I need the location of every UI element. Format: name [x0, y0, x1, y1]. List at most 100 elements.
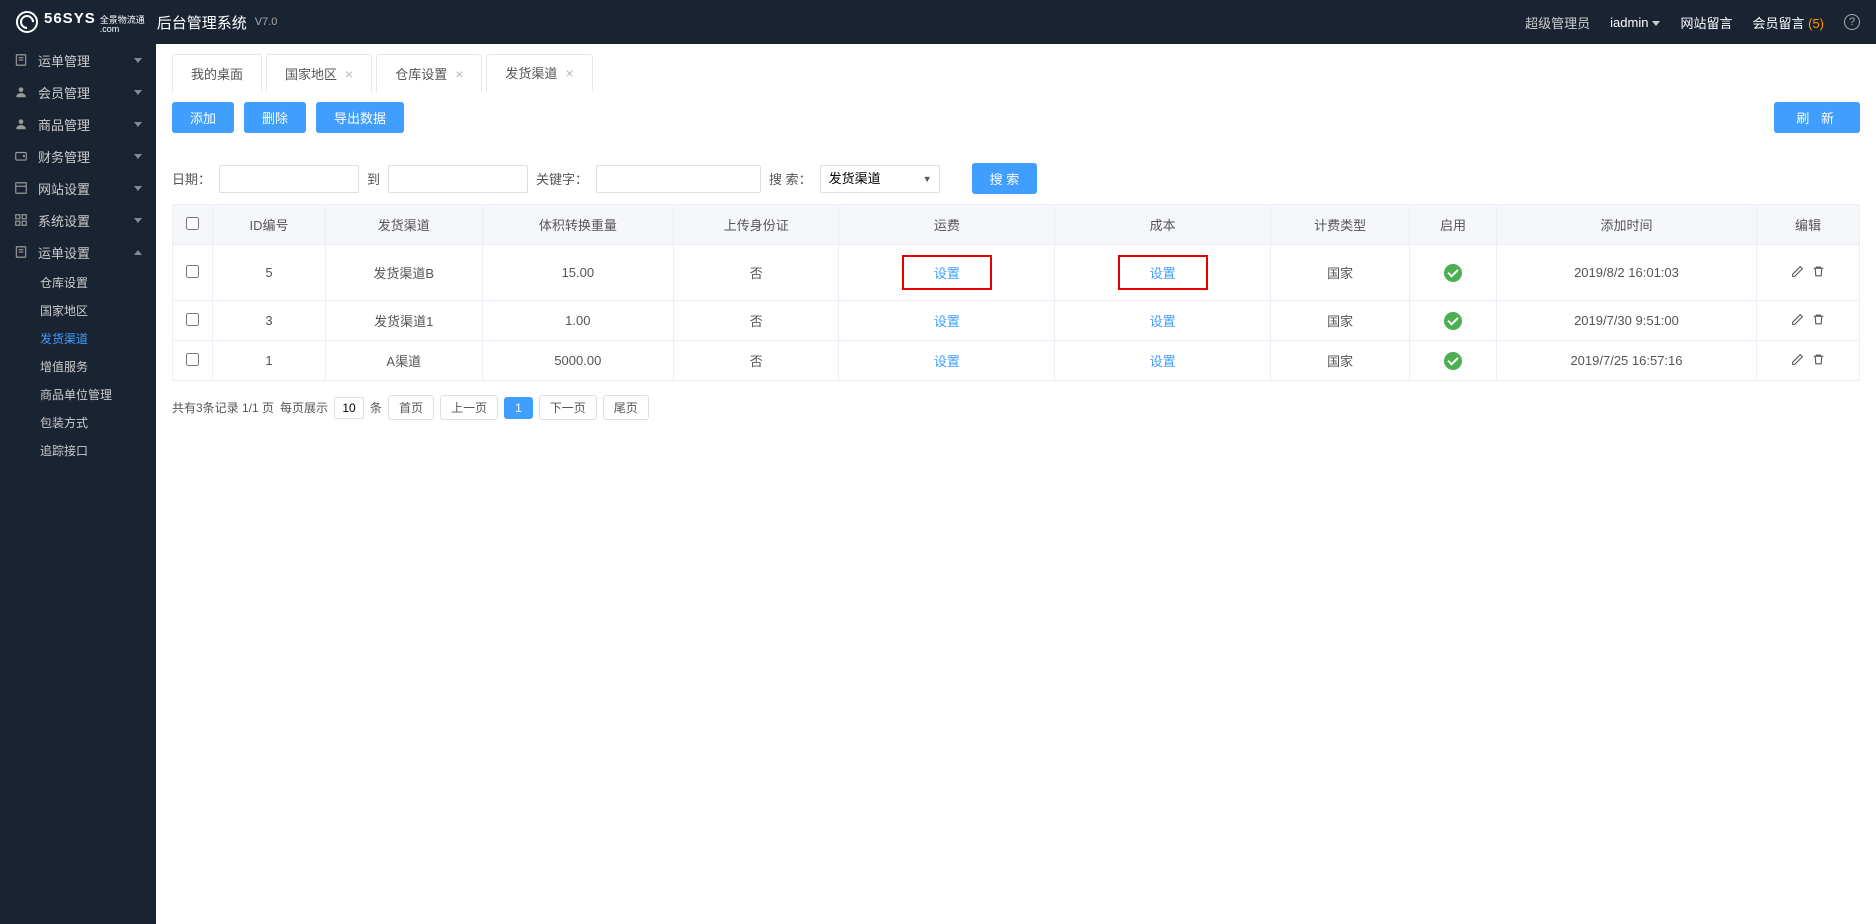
sidebar-item-2[interactable]: 商品管理: [0, 108, 156, 140]
close-icon[interactable]: ×: [455, 67, 463, 81]
row-checkbox[interactable]: [186, 353, 199, 366]
table-container: ID编号发货渠道体积转换重量上传身份证运费成本计费类型启用添加时间编辑 5 发货…: [156, 204, 1876, 381]
submenu-item-0[interactable]: 仓库设置: [0, 268, 156, 296]
table-header-6: 成本: [1055, 205, 1271, 245]
tab-label: 国家地区: [285, 64, 337, 83]
edit-icon[interactable]: [1791, 313, 1804, 329]
sidebar-item-1[interactable]: 会员管理: [0, 76, 156, 108]
table-header-0: [173, 205, 213, 245]
layout-icon: [14, 181, 28, 195]
user-dropdown[interactable]: iadmin: [1610, 15, 1660, 30]
sidebar-item-0[interactable]: 运单管理: [0, 44, 156, 76]
chevron-down-icon: [134, 58, 142, 63]
submenu-item-2[interactable]: 发货渠道: [0, 324, 156, 352]
select-all-checkbox[interactable]: [186, 217, 199, 230]
freight-setting-link[interactable]: 设置: [934, 314, 960, 329]
first-page-button[interactable]: 首页: [388, 395, 434, 420]
check-icon: [1444, 264, 1462, 282]
cell-weight: 15.00: [482, 245, 674, 301]
cell-idcard: 否: [674, 341, 839, 381]
cell-time: 2019/7/25 16:57:16: [1496, 341, 1756, 381]
role-label: 超级管理员: [1525, 13, 1590, 32]
close-icon[interactable]: ×: [565, 66, 573, 80]
cell-freight: 设置: [839, 341, 1055, 381]
cell-enabled: [1410, 301, 1497, 341]
tab-0[interactable]: 我的桌面: [172, 54, 262, 92]
tab-2[interactable]: 仓库设置×: [376, 54, 482, 92]
table-header-5: 运费: [839, 205, 1055, 245]
search-button[interactable]: 搜 索: [972, 163, 1038, 194]
submenu-item-6[interactable]: 追踪接口: [0, 436, 156, 464]
sidebar-item-5[interactable]: 系统设置: [0, 204, 156, 236]
sidebar-item-label: 财务管理: [38, 147, 134, 166]
refresh-button[interactable]: 刷 新: [1774, 102, 1860, 133]
cell-time: 2019/7/30 9:51:00: [1496, 301, 1756, 341]
submenu-item-1[interactable]: 国家地区: [0, 296, 156, 324]
main-content: 我的桌面国家地区×仓库设置×发货渠道× 添加 删除 导出数据 刷 新 日期： 到…: [156, 44, 1876, 924]
page-size-input[interactable]: [334, 397, 364, 419]
tab-1[interactable]: 国家地区 ×: [266, 54, 372, 92]
tab-3[interactable]: 发货渠道 ×: [486, 54, 592, 92]
cell-id: 1: [213, 341, 326, 381]
cell-enabled: [1410, 341, 1497, 381]
sidebar-item-3[interactable]: 财务管理: [0, 140, 156, 172]
toolbar: 添加 删除 导出数据 刷 新: [156, 92, 1876, 143]
cell-billing: 国家: [1271, 341, 1410, 381]
submenu-item-3[interactable]: 增值服务: [0, 352, 156, 380]
header: 56SYS 全景物流通 .com 后台管理系统 V7.0 超级管理员 iadmi…: [0, 0, 1876, 44]
site-message-link[interactable]: 网站留言: [1680, 13, 1732, 32]
cell-cost: 设置: [1055, 245, 1271, 301]
table-header-9: 添加时间: [1496, 205, 1756, 245]
tab-bar: 我的桌面国家地区×仓库设置×发货渠道×: [156, 44, 1876, 92]
cell-actions: [1757, 301, 1860, 341]
table-header-4: 上传身份证: [674, 205, 839, 245]
row-checkbox[interactable]: [186, 265, 199, 278]
cost-setting-link[interactable]: 设置: [1150, 354, 1176, 369]
freight-setting-link[interactable]: 设置: [934, 354, 960, 369]
tab-label: 我的桌面: [191, 64, 243, 83]
freight-setting-link[interactable]: 设置: [902, 255, 992, 290]
close-icon[interactable]: ×: [345, 67, 353, 81]
search-by-select[interactable]: 发货渠道: [820, 165, 940, 193]
table-header-7: 计费类型: [1271, 205, 1410, 245]
delete-button[interactable]: 删除: [244, 102, 306, 133]
submenu-item-4[interactable]: 商品单位管理: [0, 380, 156, 408]
wallet-icon: [14, 149, 28, 163]
message-count-badge: (5): [1808, 16, 1824, 31]
keyword-input[interactable]: [596, 165, 761, 193]
row-checkbox[interactable]: [186, 313, 199, 326]
grid-icon: [14, 213, 28, 227]
add-button[interactable]: 添加: [172, 102, 234, 133]
delete-icon[interactable]: [1812, 265, 1825, 281]
delete-icon[interactable]: [1812, 353, 1825, 369]
table-row: 5 发货渠道B 15.00 否 设置 设置 国家 2019/8/2 16:01:…: [173, 245, 1860, 301]
date-from-input[interactable]: [219, 165, 359, 193]
edit-icon[interactable]: [1791, 353, 1804, 369]
prev-page-button[interactable]: 上一页: [440, 395, 498, 420]
sidebar-item-label: 系统设置: [38, 211, 134, 230]
filter-bar: 日期： 到 关键字： 搜 索： 发货渠道 搜 索: [156, 143, 1876, 204]
cell-channel: A渠道: [325, 341, 482, 381]
edit-icon[interactable]: [1791, 265, 1804, 281]
chevron-up-icon: [134, 250, 142, 255]
submenu-item-5[interactable]: 包装方式: [0, 408, 156, 436]
last-page-button[interactable]: 尾页: [603, 395, 649, 420]
chevron-down-icon: [134, 154, 142, 159]
tab-label: 发货渠道: [505, 63, 557, 82]
cell-channel: 发货渠道1: [325, 301, 482, 341]
sidebar-item-6[interactable]: 运单设置: [0, 236, 156, 268]
delete-icon[interactable]: [1812, 313, 1825, 329]
date-to-input[interactable]: [388, 165, 528, 193]
help-icon[interactable]: ?: [1844, 14, 1860, 30]
check-icon: [1444, 312, 1462, 330]
sidebar-item-4[interactable]: 网站设置: [0, 172, 156, 204]
document-icon: [14, 53, 28, 67]
member-message-link[interactable]: 会员留言 (5): [1752, 13, 1824, 32]
export-button[interactable]: 导出数据: [316, 102, 404, 133]
next-page-button[interactable]: 下一页: [539, 395, 597, 420]
cell-idcard: 否: [674, 301, 839, 341]
user-icon: [14, 85, 28, 99]
cost-setting-link[interactable]: 设置: [1118, 255, 1208, 290]
cost-setting-link[interactable]: 设置: [1150, 314, 1176, 329]
page-number-button[interactable]: 1: [504, 397, 533, 419]
